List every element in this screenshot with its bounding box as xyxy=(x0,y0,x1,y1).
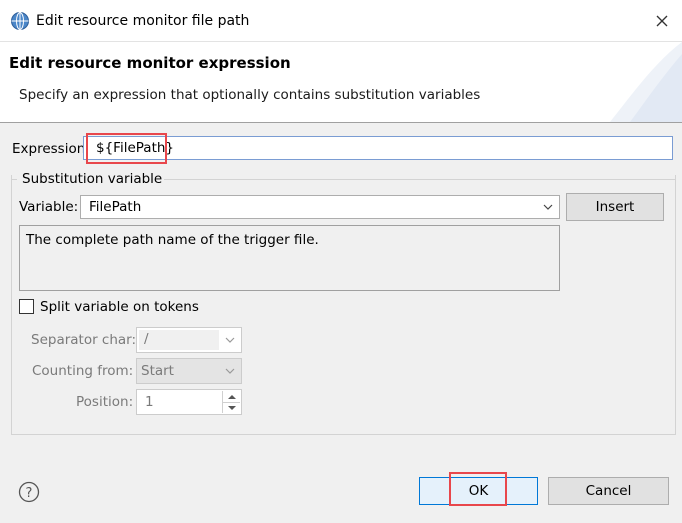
title-bar: Edit resource monitor file path xyxy=(0,0,682,42)
window-title: Edit resource monitor file path xyxy=(36,13,250,29)
expression-input[interactable]: ${FilePath} xyxy=(83,136,673,160)
variable-label: Variable: xyxy=(19,199,79,215)
variable-combo[interactable]: FilePath xyxy=(80,195,560,219)
variable-value: FilePath xyxy=(89,199,142,215)
variable-description: The complete path name of the trigger fi… xyxy=(19,225,560,291)
insert-button[interactable]: Insert xyxy=(566,193,664,221)
group-border-left xyxy=(11,179,17,180)
chevron-down-icon xyxy=(543,204,553,210)
header-title: Edit resource monitor expression xyxy=(9,54,291,72)
counting-label: Counting from: xyxy=(32,363,134,379)
header-description: Specify an expression that optionally co… xyxy=(19,87,481,103)
counting-combo[interactable]: Start xyxy=(136,358,242,384)
dialog-header: Edit resource monitor expression Specify… xyxy=(0,42,682,122)
separator-value: / xyxy=(139,330,219,350)
header-decoration xyxy=(610,42,682,122)
spin-up-icon[interactable] xyxy=(222,391,240,402)
counting-value: Start xyxy=(141,363,174,379)
dialog-content: Expression: ${FilePath} Substitution var… xyxy=(0,123,682,523)
ok-button[interactable]: OK xyxy=(419,477,538,505)
separator-label: Separator char: xyxy=(31,332,137,348)
chevron-down-icon xyxy=(225,368,235,374)
expression-label: Expression: xyxy=(12,141,90,157)
position-value: 1 xyxy=(145,394,154,410)
close-icon[interactable] xyxy=(651,10,673,32)
position-spinner[interactable]: 1 xyxy=(136,389,242,415)
eclipse-globe-icon xyxy=(11,12,29,30)
svg-text:?: ? xyxy=(26,486,33,501)
substitution-group-title: Substitution variable xyxy=(20,171,165,187)
spin-down-icon[interactable] xyxy=(222,402,240,413)
help-icon[interactable]: ? xyxy=(18,481,40,503)
chevron-down-icon xyxy=(225,337,235,343)
cancel-button[interactable]: Cancel xyxy=(548,477,669,505)
separator-combo[interactable]: / xyxy=(136,327,242,353)
position-spin-buttons[interactable] xyxy=(222,391,240,413)
split-tokens-label: Split variable on tokens xyxy=(40,299,199,315)
group-border-right xyxy=(160,179,676,180)
position-label: Position: xyxy=(76,394,134,410)
split-tokens-checkbox[interactable] xyxy=(19,299,34,314)
